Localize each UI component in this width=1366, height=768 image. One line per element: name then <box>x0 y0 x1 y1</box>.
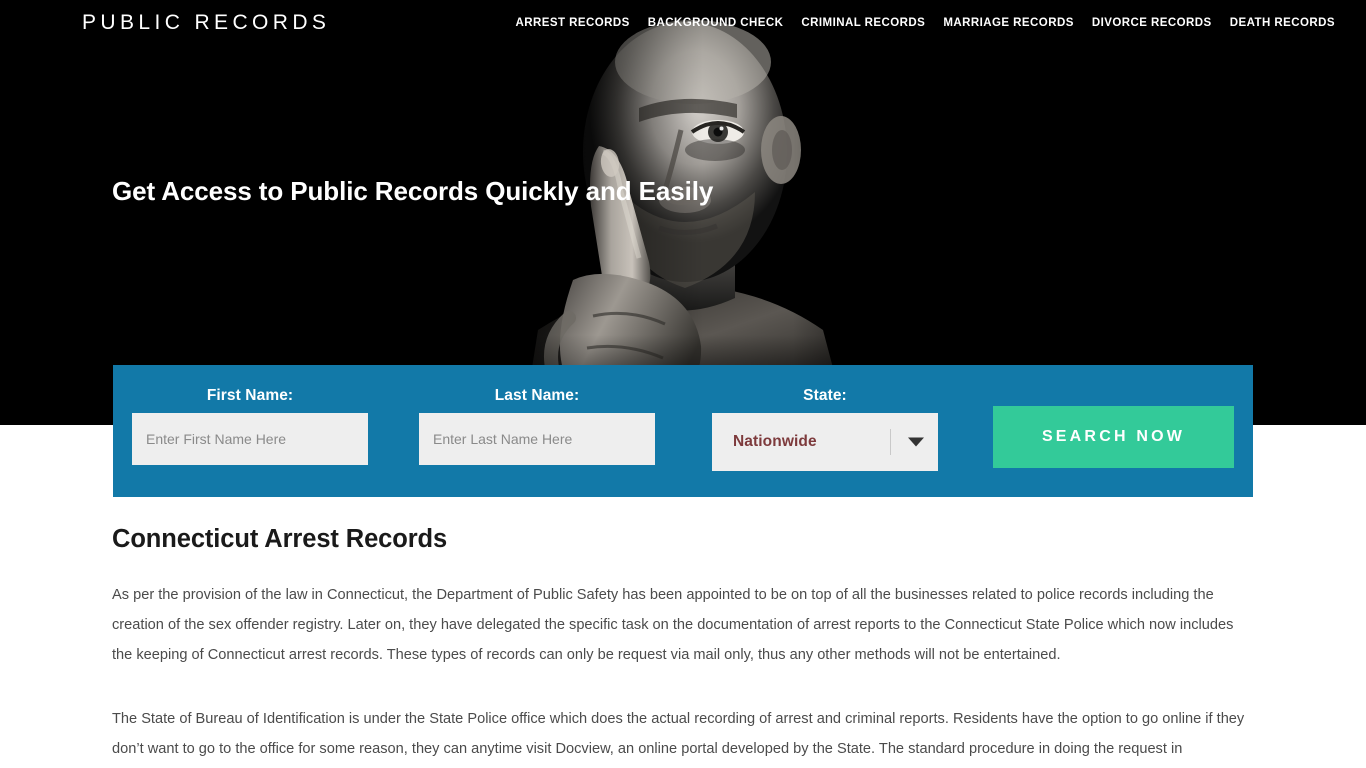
page-title: Connecticut Arrest Records <box>112 525 448 553</box>
state-selected-value: Nationwide <box>733 433 817 450</box>
search-form: First Name: Last Name: State: Nationwide… <box>113 365 1253 497</box>
nav-item-arrest-records[interactable]: ARREST RECORDS <box>506 17 638 29</box>
site-header: PUBLIC RECORDS ARREST RECORDS BACKGROUND… <box>0 0 1366 46</box>
page-root: PUBLIC RECORDS ARREST RECORDS BACKGROUND… <box>0 0 1366 768</box>
last-name-input[interactable] <box>419 413 655 465</box>
chevron-down-icon <box>908 437 924 447</box>
select-divider <box>890 429 891 455</box>
last-name-label: Last Name: <box>494 387 580 404</box>
content-paragraph-2: The State of Bureau of Identification is… <box>112 711 1245 757</box>
hero-headline: Get Access to Public Records Quickly and… <box>112 176 714 206</box>
nav-item-divorce-records[interactable]: DIVORCE RECORDS <box>1083 17 1221 29</box>
state-select[interactable]: Nationwide <box>712 413 938 471</box>
first-name-field-group: First Name: <box>132 387 368 465</box>
state-field-group: State: Nationwide <box>712 387 938 471</box>
state-label: State: <box>803 387 847 404</box>
nav-item-criminal-records[interactable]: CRIMINAL RECORDS <box>792 17 934 29</box>
first-name-input[interactable] <box>132 413 368 465</box>
first-name-label: First Name: <box>206 387 294 404</box>
nav-item-death-records[interactable]: DEATH RECORDS <box>1221 17 1344 29</box>
content-paragraph-1: As per the provision of the law in Conne… <box>112 587 1234 663</box>
site-logo[interactable]: PUBLIC RECORDS <box>82 11 330 35</box>
main-content: Connecticut Arrest Records As per the pr… <box>112 525 1254 768</box>
nav-item-background-check[interactable]: BACKGROUND CHECK <box>639 17 793 29</box>
last-name-field-group: Last Name: <box>419 387 655 465</box>
primary-navigation: ARREST RECORDS BACKGROUND CHECK CRIMINAL… <box>506 17 1344 29</box>
nav-item-marriage-records[interactable]: MARRIAGE RECORDS <box>934 17 1083 29</box>
hero-section: PUBLIC RECORDS ARREST RECORDS BACKGROUND… <box>0 0 1366 425</box>
search-now-button[interactable]: SEARCH NOW <box>993 406 1234 468</box>
hero-photo <box>363 0 1003 425</box>
